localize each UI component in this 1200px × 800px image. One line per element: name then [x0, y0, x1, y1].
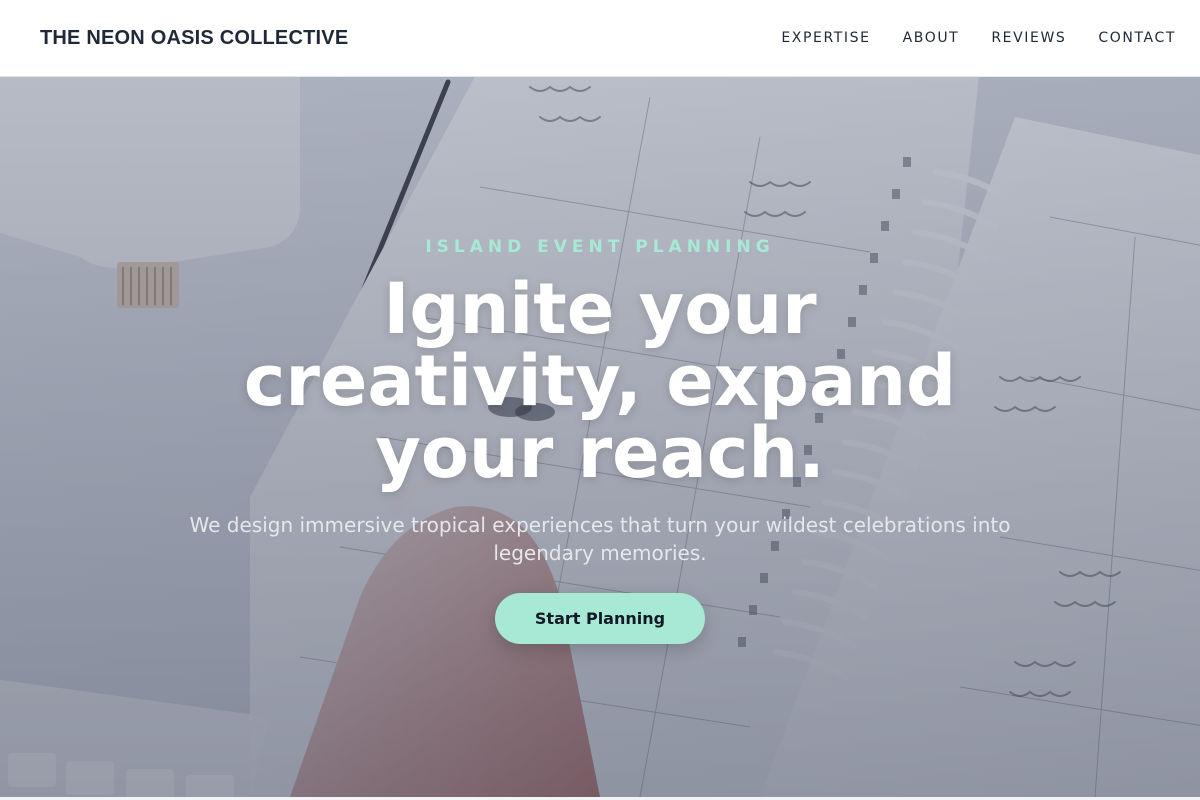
- nav-link-expertise[interactable]: EXPERTISE: [781, 30, 870, 46]
- site-header: THE NEON OASIS COLLECTIVE EXPERTISE ABOU…: [0, 0, 1200, 77]
- nav-link-reviews[interactable]: REVIEWS: [991, 30, 1066, 46]
- hero-subtext: We design immersive tropical experiences…: [189, 513, 1011, 565]
- hero-section: ISLAND EVENT PLANNING Ignite your creati…: [0, 77, 1200, 797]
- hero-kicker: ISLAND EVENT PLANNING: [425, 237, 775, 257]
- hero-content: ISLAND EVENT PLANNING Ignite your creati…: [0, 77, 1200, 797]
- main-nav: EXPERTISE ABOUT REVIEWS CONTACT: [781, 30, 1176, 46]
- brand-logo[interactable]: THE NEON OASIS COLLECTIVE: [40, 27, 348, 50]
- nav-link-contact[interactable]: CONTACT: [1098, 30, 1176, 46]
- hero-headline: Ignite your creativity, expand your reac…: [243, 268, 957, 494]
- start-planning-button[interactable]: Start Planning: [495, 593, 705, 644]
- nav-link-about[interactable]: ABOUT: [903, 30, 960, 46]
